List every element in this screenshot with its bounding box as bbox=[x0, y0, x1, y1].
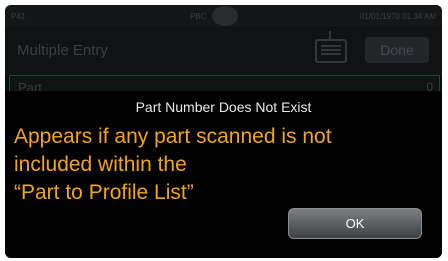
status-bar: P41 PBC 01/01/1970 01:34 AM bbox=[5, 5, 442, 27]
annotation-line-3: “Part to Profile List” bbox=[14, 181, 194, 204]
page-title: Multiple Entry bbox=[17, 42, 108, 59]
status-left-text: P41 bbox=[11, 12, 26, 21]
status-center-text: PBC bbox=[190, 12, 207, 21]
dialog-title: Part Number Does Not Exist bbox=[135, 99, 312, 115]
annotation-callout: Appears if any part scanned is not inclu… bbox=[14, 123, 439, 207]
user-icon bbox=[212, 6, 238, 26]
ok-button[interactable]: OK bbox=[288, 208, 422, 239]
keyboard-icon[interactable] bbox=[315, 31, 347, 63]
annotation-line-1: Appears if any part scanned is not bbox=[14, 125, 332, 148]
annotation-line-2: included within the bbox=[14, 153, 187, 176]
done-button[interactable]: Done bbox=[365, 37, 429, 63]
status-datetime: 01/01/1970 01:34 AM bbox=[359, 12, 436, 21]
header-bar: Multiple Entry Done bbox=[5, 27, 442, 75]
